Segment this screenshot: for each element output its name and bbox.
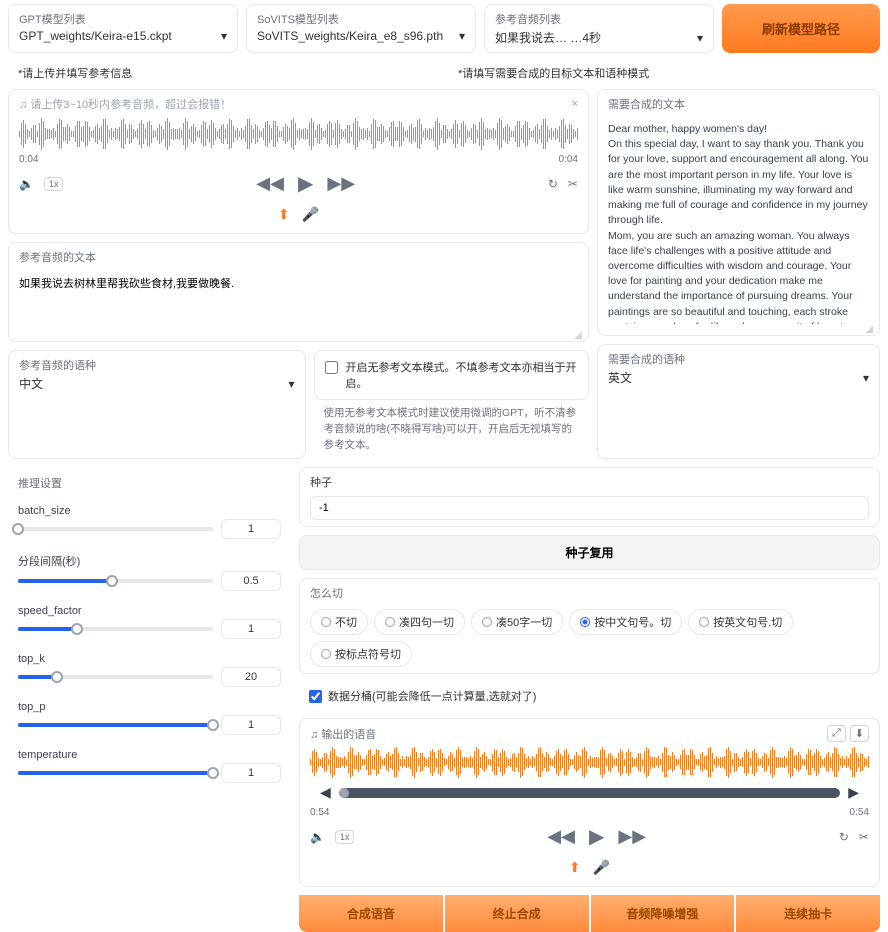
ref-lang-dropdown[interactable]: 参考音频的语种 中文▾	[8, 350, 306, 459]
top_k-slider[interactable]	[18, 675, 213, 679]
mic-icon[interactable]: 🎤	[593, 859, 610, 875]
sovits-model-label: SoVITS模型列表	[257, 11, 465, 27]
seed-input[interactable]	[310, 496, 869, 520]
next-icon[interactable]: ▶	[848, 784, 859, 801]
ref-text-input[interactable]	[9, 267, 588, 327]
rewind-icon[interactable]: ◀◀	[256, 173, 284, 194]
chevron-down-icon: ▾	[288, 377, 294, 391]
gpt-model-dropdown[interactable]: GPT模型列表 GPT_weights/Keira-e15.ckpt▾	[8, 4, 238, 53]
gpt-model-label: GPT模型列表	[19, 11, 227, 27]
ref-audio-label: 参考音频列表	[495, 11, 703, 27]
volume-icon[interactable]: 🔈	[19, 177, 34, 191]
action-button[interactable]: 终止合成	[445, 895, 589, 932]
top_k-value[interactable]: 20	[221, 667, 281, 687]
cut-option[interactable]: 凑四句一切	[374, 609, 465, 635]
sovits-model-dropdown[interactable]: SoVITS模型列表 SoVITS_weights/Keira_e8_s96.p…	[246, 4, 476, 53]
action-button[interactable]: 音频降噪增强	[591, 895, 735, 932]
batch_size-value[interactable]: 1	[221, 519, 281, 539]
trim-icon[interactable]: ✂	[568, 177, 578, 191]
target-lang-dropdown[interactable]: 需要合成的语种 英文▾	[597, 344, 880, 459]
left-hint: *请上传并填写参考信息	[8, 61, 440, 85]
chevron-down-icon: ▾	[697, 31, 703, 45]
target-text-input[interactable]	[598, 114, 879, 324]
cut-option[interactable]: 按标点符号切	[310, 641, 412, 667]
action-button[interactable]: 合成语音	[299, 895, 443, 932]
cut-mode-group: 不切凑四句一切凑50字一切按中文句号。切按英文句号.切按标点符号切	[300, 603, 879, 673]
split-value[interactable]: 0.5	[221, 571, 281, 591]
right-hint: *请填写需要合成的目标文本和语种模式	[448, 61, 880, 85]
chevron-down-icon: ▾	[863, 371, 869, 385]
upload-icon[interactable]: ⬆	[569, 859, 581, 875]
cut-option[interactable]: 按英文句号.切	[688, 609, 793, 635]
output-waveform[interactable]	[310, 744, 869, 780]
prev-icon[interactable]: ◀	[320, 784, 331, 801]
rewind-icon[interactable]: ◀◀	[547, 826, 575, 847]
speed-slider[interactable]	[18, 627, 213, 631]
refresh-models-button[interactable]: 刷新模型路径	[722, 4, 880, 53]
seed-reuse-button[interactable]: 种子复用	[299, 535, 880, 570]
trim-icon[interactable]: ✂	[859, 830, 869, 844]
upload-icon[interactable]: ⬆	[278, 206, 290, 222]
loop-icon[interactable]: ↻	[839, 830, 849, 844]
no-ref-note: 使用无参考文本模式时建议使用微调的GPT，听不清参考音频说的啥(不晓得写啥)可以…	[314, 400, 590, 459]
loop-icon[interactable]: ↻	[548, 177, 558, 191]
split-slider[interactable]	[18, 579, 213, 583]
infer-title: 推理设置	[8, 467, 291, 493]
close-icon[interactable]: ×	[572, 98, 578, 110]
bucket-checkbox[interactable]	[309, 690, 322, 703]
batch_size-slider[interactable]	[18, 527, 213, 531]
speed-value[interactable]: 1	[221, 619, 281, 639]
action-button[interactable]: 连续抽卡	[736, 895, 880, 932]
speed-badge[interactable]: 1x	[44, 177, 64, 191]
cut-option[interactable]: 凑50字一切	[471, 609, 563, 635]
ref-text-label: 参考音频的文本	[9, 243, 588, 267]
ref-waveform[interactable]	[19, 116, 578, 152]
forward-icon[interactable]: ▶▶	[327, 173, 355, 194]
target-text-label: 需要合成的文本	[598, 90, 879, 114]
play-icon[interactable]: ▶	[298, 171, 313, 196]
cut-option[interactable]: 按中文句号。切	[569, 609, 682, 635]
ref-audio-dropdown[interactable]: 参考音频列表 如果我说去… …4秒▾	[484, 4, 714, 53]
download-icon[interactable]: ⬇	[850, 725, 869, 742]
chevron-down-icon: ▾	[221, 29, 227, 43]
top_p-slider[interactable]	[18, 723, 213, 727]
top_p-value[interactable]: 1	[221, 715, 281, 735]
no-ref-checkbox[interactable]	[325, 361, 338, 374]
play-icon[interactable]: ▶	[589, 824, 604, 849]
temperature-slider[interactable]	[18, 771, 213, 775]
chevron-down-icon: ▾	[459, 29, 465, 43]
volume-icon[interactable]: 🔈	[310, 830, 325, 844]
cut-option[interactable]: 不切	[310, 609, 368, 635]
zoom-icon[interactable]: ⤢	[827, 725, 846, 742]
temperature-value[interactable]: 1	[221, 763, 281, 783]
mic-icon[interactable]: 🎤	[302, 206, 319, 222]
progress-bar[interactable]	[339, 788, 840, 798]
forward-icon[interactable]: ▶▶	[618, 826, 646, 847]
upload-hint: 请上传3~10秒内参考音频，超过会报错！	[30, 99, 231, 111]
